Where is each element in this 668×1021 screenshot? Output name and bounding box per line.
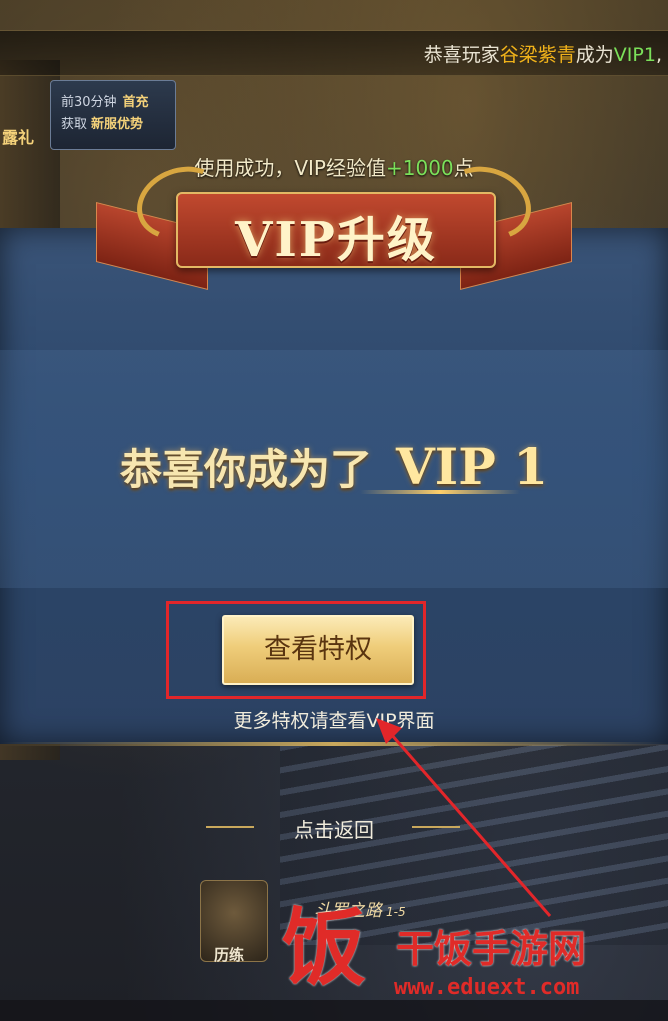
view-privileges-button[interactable]: 查看特权 bbox=[222, 615, 414, 685]
marquee-suffix: , bbox=[655, 44, 662, 66]
watermark-title: 干饭手游网 bbox=[396, 927, 587, 971]
congrats-text: 恭喜你成为了 bbox=[120, 445, 373, 494]
bottom-chat-bar bbox=[0, 1000, 668, 1021]
banner-title: VIP升级 bbox=[235, 212, 437, 268]
side-gift-label[interactable]: 露礼 bbox=[2, 124, 34, 148]
vip-level: VIP 1 bbox=[396, 437, 548, 496]
congrats-heading: 恭喜你成为了 VIP 1 bbox=[0, 436, 668, 497]
tap-to-return[interactable]: 点击返回 bbox=[0, 814, 668, 843]
glow-underline bbox=[360, 490, 520, 494]
marquee-text: 恭喜玩家谷梁紫青成为VIP1, bbox=[424, 40, 662, 67]
promo-line-1: 前30分钟 首充 bbox=[61, 95, 149, 110]
training-label: 历练 bbox=[214, 946, 245, 964]
more-privileges-hint: 更多特权请查看VIP界面 bbox=[233, 710, 435, 732]
promo-line-2: 获取 新服优势 bbox=[61, 117, 144, 132]
watermark-url: www.eduext.com bbox=[394, 975, 580, 1000]
vip-upgrade-banner: VIP升级 bbox=[96, 154, 572, 290]
panel-bottom-edge bbox=[0, 742, 668, 746]
banner-plaque: VIP升级 bbox=[176, 192, 496, 268]
marquee-prefix: 恭喜玩家 bbox=[423, 44, 500, 66]
marquee-player-name: 谷梁紫青 bbox=[499, 44, 576, 66]
marquee-middle: 成为 bbox=[575, 44, 614, 66]
first-recharge-promo[interactable]: 前30分钟 首充 获取 新服优势 bbox=[50, 80, 176, 150]
marquee-vip: VIP1 bbox=[613, 44, 656, 66]
broadcast-marquee: 恭喜玩家谷梁紫青成为VIP1, bbox=[0, 30, 668, 76]
watermark-logo: 饭 bbox=[282, 899, 367, 997]
